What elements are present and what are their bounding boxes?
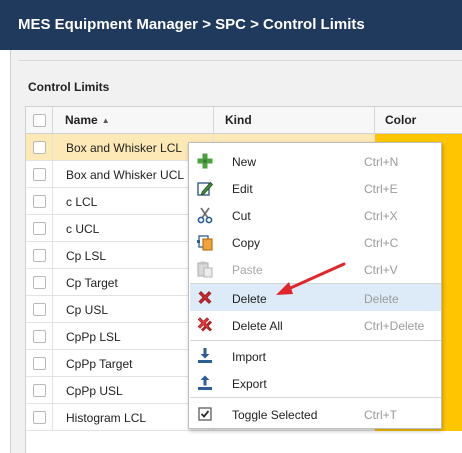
delete-icon: [198, 291, 212, 304]
row-checkbox[interactable]: [33, 141, 46, 154]
menu-item-delete[interactable]: Delete Delete: [190, 284, 441, 311]
row-check-cell: [26, 161, 53, 188]
column-header-name-label: Name: [65, 113, 98, 127]
menu-item-label: Delete: [232, 292, 267, 306]
export-icon: [198, 375, 212, 390]
frame-divider: [19, 60, 462, 61]
menu-item-label: Edit: [232, 182, 253, 196]
row-check-cell: [26, 296, 53, 323]
scissors-icon: [197, 207, 213, 224]
row-checkbox[interactable]: [33, 330, 46, 343]
row-check-cell: [26, 377, 53, 404]
row-check-cell: [26, 188, 53, 215]
menu-item-export[interactable]: Export: [190, 369, 441, 396]
row-check-cell: [26, 242, 53, 269]
menu-item-label: New: [232, 155, 257, 169]
panel-title: Control Limits: [28, 80, 110, 94]
row-check-cell: [26, 134, 53, 161]
menu-item-label: Toggle Selected: [232, 408, 318, 422]
breadcrumb-title: MES Equipment Manager > SPC > Control Li…: [18, 16, 365, 33]
grid-header: Name ▲ Kind Color: [26, 107, 462, 134]
menu-item-edit[interactable]: Edit Ctrl+E: [190, 174, 441, 201]
column-header-kind-label: Kind: [225, 113, 252, 127]
row-checkbox[interactable]: [33, 411, 46, 424]
menu-item-shortcut: Ctrl+X: [364, 209, 398, 223]
menu-item-shortcut: Ctrl+T: [364, 408, 397, 422]
delete-all-icon: [197, 317, 212, 332]
row-checkbox[interactable]: [33, 384, 46, 397]
edit-icon: [197, 181, 214, 196]
menu-separator: [190, 340, 441, 341]
plus-icon: [197, 153, 213, 169]
menu-item-shortcut: Ctrl+V: [364, 263, 398, 277]
sort-ascending-icon: ▲: [101, 116, 110, 125]
column-header-color[interactable]: Color: [375, 107, 462, 134]
row-checkbox[interactable]: [33, 249, 46, 262]
row-checkbox[interactable]: [33, 222, 46, 235]
row-check-cell: [26, 269, 53, 296]
checkbox-icon: [198, 407, 212, 421]
select-all-cell: [26, 107, 53, 134]
row-check-cell: [26, 404, 53, 431]
column-header-name[interactable]: Name ▲: [53, 107, 214, 134]
menu-item-toggle-selected[interactable]: Toggle Selected Ctrl+T: [190, 400, 441, 427]
row-check-cell: [26, 323, 53, 350]
menu-item-new[interactable]: New Ctrl+N: [190, 147, 441, 174]
menu-item-label: Export: [232, 377, 267, 391]
import-icon: [198, 348, 212, 363]
menu-item-shortcut: Ctrl+E: [364, 182, 398, 196]
row-check-cell: [26, 215, 53, 242]
menu-item-label: Delete All: [232, 319, 283, 333]
menu-separator: [190, 397, 441, 398]
row-check-cell: [26, 350, 53, 377]
menu-item-delete-all[interactable]: Delete All Ctrl+Delete: [190, 311, 441, 338]
context-menu: New Ctrl+N Edit Ctrl+E Cut Ctrl+X Copy C…: [188, 142, 442, 429]
row-checkbox[interactable]: [33, 168, 46, 181]
menu-item-import[interactable]: Import: [190, 342, 441, 369]
row-checkbox[interactable]: [33, 357, 46, 370]
menu-item-label: Copy: [232, 236, 261, 250]
row-checkbox[interactable]: [33, 303, 46, 316]
column-header-color-label: Color: [385, 113, 417, 127]
row-checkbox[interactable]: [33, 276, 46, 289]
select-all-checkbox[interactable]: [33, 114, 46, 127]
menu-item-shortcut: Ctrl+C: [364, 236, 399, 250]
column-header-kind[interactable]: Kind: [214, 107, 375, 134]
copy-icon: [197, 235, 213, 251]
menu-item-label: Cut: [232, 209, 251, 223]
menu-item-label: Paste: [232, 263, 263, 277]
menu-item-paste[interactable]: Paste Ctrl+V: [190, 255, 441, 282]
menu-item-shortcut: Ctrl+Delete: [364, 319, 425, 333]
app-titlebar: MES Equipment Manager > SPC > Control Li…: [0, 0, 462, 50]
menu-item-shortcut: Ctrl+N: [364, 155, 399, 169]
menu-item-cut[interactable]: Cut Ctrl+X: [190, 201, 441, 228]
menu-item-label: Import: [232, 350, 267, 364]
row-checkbox[interactable]: [33, 195, 46, 208]
menu-item-shortcut: Delete: [364, 292, 399, 306]
menu-item-copy[interactable]: Copy Ctrl+C: [190, 228, 441, 255]
paste-icon: [197, 261, 213, 278]
